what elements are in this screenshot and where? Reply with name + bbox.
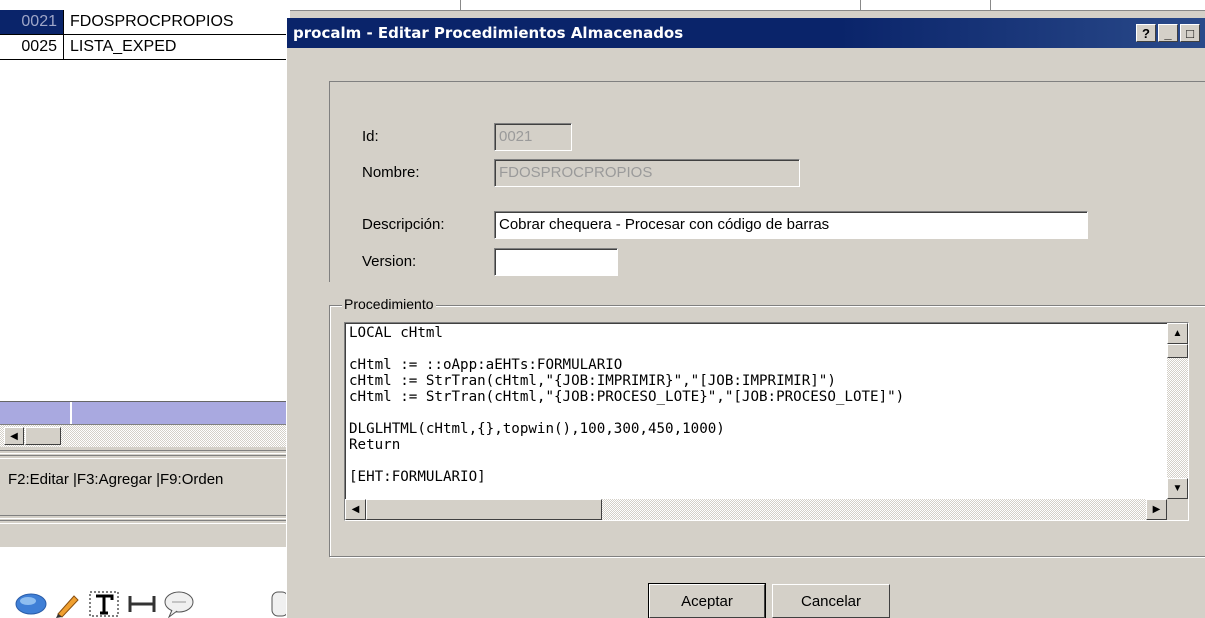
column-separator[interactable]: [70, 402, 72, 424]
version-field[interactable]: [494, 248, 618, 276]
pencil-icon[interactable]: [52, 590, 82, 618]
scroll-up-arrow-icon[interactable]: ▲: [1167, 323, 1188, 344]
list-horizontal-scrollbar[interactable]: ◀: [0, 424, 290, 447]
dialog-title: procalm - Editar Procedimientos Almacena…: [293, 24, 684, 42]
background-app: 0021 FDOSPROCPROPIOS 0025 LISTA_EXPED ◀ …: [0, 0, 290, 618]
text-tool-icon[interactable]: [88, 590, 120, 618]
procedure-code[interactable]: LOCAL cHtml cHtml := ::oApp:aEHTs:FORMUL…: [349, 325, 904, 485]
drawing-toolbar: [0, 590, 290, 618]
version-label: Version:: [362, 253, 417, 270]
descripcion-field[interactable]: Cobrar chequera - Procesar con código de…: [494, 211, 1088, 239]
aceptar-button[interactable]: Aceptar: [648, 583, 766, 618]
divider: [0, 520, 290, 524]
list-item[interactable]: 0021 FDOSPROCPROPIOS: [0, 10, 290, 35]
scroll-right-arrow-icon[interactable]: ▶: [1146, 499, 1167, 520]
edit-procedure-dialog: procalm - Editar Procedimientos Almacena…: [286, 18, 1205, 618]
minimize-button[interactable]: _: [1158, 24, 1178, 42]
status-text: F2:Editar |F3:Agregar |F9:Orden: [8, 471, 224, 488]
procedure-list: 0021 FDOSPROCPROPIOS 0025 LISTA_EXPED: [0, 10, 290, 60]
horizontal-scroll-thumb[interactable]: [366, 499, 602, 520]
maximize-button[interactable]: □: [1180, 24, 1200, 42]
procedimiento-legend: Procedimiento: [342, 296, 436, 312]
list-item-name: LISTA_EXPED: [70, 38, 177, 55]
dialog-titlebar[interactable]: procalm - Editar Procedimientos Almacena…: [287, 18, 1205, 48]
list-item-id: 0025: [0, 35, 64, 59]
scroll-down-arrow-icon[interactable]: ▼: [1167, 478, 1188, 499]
fields-panel: Id: 0021 Nombre: FDOSPROCPROPIOS Descrip…: [329, 81, 1205, 282]
procedure-code-editor[interactable]: LOCAL cHtml cHtml := ::oApp:aEHTs:FORMUL…: [344, 322, 1189, 521]
ellipse-icon[interactable]: [14, 590, 48, 618]
help-button[interactable]: ?: [1136, 24, 1156, 42]
code-vertical-scrollbar[interactable]: ▲ ▼: [1167, 323, 1188, 499]
nombre-label: Nombre:: [362, 164, 420, 181]
divider: [0, 515, 290, 519]
list-item-id: 0021: [0, 10, 64, 34]
speech-bubble-icon[interactable]: [162, 590, 196, 618]
scroll-left-arrow-icon[interactable]: ◀: [4, 427, 24, 445]
code-horizontal-scrollbar[interactable]: ◀ ▶: [345, 499, 1167, 520]
list-item-name: FDOSPROCPROPIOS: [70, 13, 234, 30]
scroll-corner: [1167, 499, 1188, 520]
grid-header: [0, 401, 290, 425]
nombre-field: FDOSPROCPROPIOS: [494, 159, 800, 187]
cancelar-button[interactable]: Cancelar: [772, 584, 890, 618]
status-area: F2:Editar |F3:Agregar |F9:Orden: [0, 447, 290, 547]
list-item[interactable]: 0025 LISTA_EXPED: [0, 35, 290, 60]
scroll-thumb[interactable]: [25, 427, 61, 445]
divider: [0, 450, 290, 454]
scroll-left-arrow-icon[interactable]: ◀: [345, 499, 366, 520]
divider: [0, 455, 290, 459]
descripcion-label: Descripción:: [362, 216, 445, 233]
id-label: Id:: [362, 128, 379, 145]
id-field: 0021: [494, 123, 572, 151]
dimension-icon[interactable]: [126, 590, 158, 618]
vertical-scroll-thumb[interactable]: [1167, 344, 1188, 358]
procedimiento-group: Procedimiento LOCAL cHtml cHtml := ::oAp…: [329, 296, 1205, 557]
